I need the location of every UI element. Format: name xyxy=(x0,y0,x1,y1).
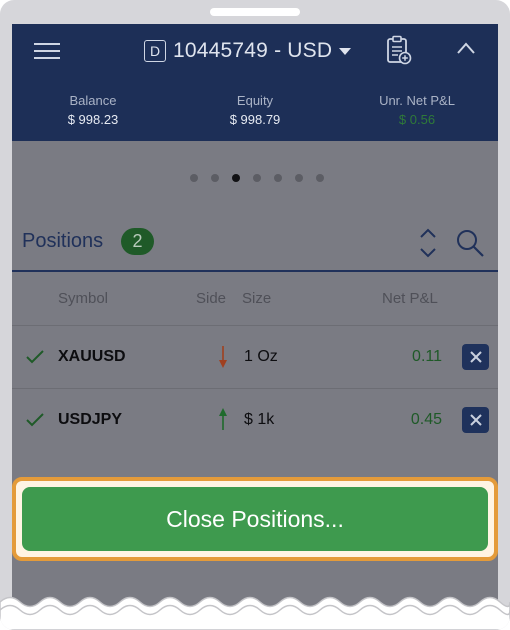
chevron-up-icon[interactable] xyxy=(456,40,476,56)
page-dot[interactable] xyxy=(316,174,324,182)
demo-badge: D xyxy=(144,40,166,62)
page-dot-active[interactable] xyxy=(232,174,240,182)
position-net-pnl: 0.11 xyxy=(412,348,442,365)
stat-equity: Equity $ 998.79 xyxy=(174,93,336,127)
close-positions-highlight: Close Positions... xyxy=(12,477,498,561)
checkmark-icon[interactable] xyxy=(26,350,44,364)
stat-value: $ 998.79 xyxy=(229,112,281,127)
page-dot[interactable] xyxy=(190,174,198,182)
close-icon xyxy=(469,414,482,426)
page-dot[interactable] xyxy=(274,174,282,182)
torn-edge-decoration xyxy=(0,596,510,630)
account-selector[interactable]: D 10445749 - USD xyxy=(144,38,352,64)
account-stats: Balance $ 998.23 Equity $ 998.79 Unr. Ne… xyxy=(12,93,498,127)
close-position-button[interactable] xyxy=(462,407,489,433)
close-position-button[interactable] xyxy=(462,344,489,370)
position-size: $ 1k xyxy=(244,411,275,428)
sell-arrow-icon xyxy=(219,346,227,368)
device-notch xyxy=(210,8,300,16)
column-header-symbol[interactable]: Symbol xyxy=(58,290,108,307)
page-dot[interactable] xyxy=(211,174,219,182)
checkmark-icon[interactable] xyxy=(26,413,44,427)
clipboard-add-icon[interactable] xyxy=(386,35,412,65)
page-dot[interactable] xyxy=(253,174,261,182)
buy-arrow-icon xyxy=(219,408,227,430)
close-icon xyxy=(469,351,482,363)
stat-value: $ 998.23 xyxy=(67,112,119,127)
table-row[interactable]: USDJPY $ 1k 0.45 xyxy=(12,389,498,451)
page-indicator xyxy=(190,174,337,182)
app-screen: D 10445749 - USD Balance $ 998.23 Equity… xyxy=(12,24,498,630)
position-size: 1 Oz xyxy=(244,348,278,365)
device-frame: D 10445749 - USD Balance $ 998.23 Equity… xyxy=(0,0,510,630)
page-dot[interactable] xyxy=(295,174,303,182)
stat-value: $ 0.56 xyxy=(398,112,436,127)
stat-unrealized-pnl: Unr. Net P&L $ 0.56 xyxy=(336,93,498,127)
stat-balance: Balance $ 998.23 xyxy=(12,93,174,127)
stat-label: Balance xyxy=(69,93,117,108)
positions-count-badge: 2 xyxy=(121,228,154,255)
positions-title: Positions xyxy=(22,230,104,252)
section-divider xyxy=(12,270,498,272)
hamburger-menu-icon[interactable] xyxy=(34,41,60,61)
search-icon[interactable] xyxy=(455,228,485,258)
position-symbol: USDJPY xyxy=(58,411,123,428)
position-symbol: XAUUSD xyxy=(58,348,126,365)
column-header-size[interactable]: Size xyxy=(242,290,271,307)
close-positions-button[interactable]: Close Positions... xyxy=(22,487,488,551)
stat-label: Equity xyxy=(236,93,274,108)
sort-icon[interactable] xyxy=(418,226,438,260)
position-net-pnl: 0.45 xyxy=(410,411,442,428)
account-header: D 10445749 - USD Balance $ 998.23 Equity… xyxy=(12,24,498,141)
caret-down-icon xyxy=(339,47,352,55)
column-header-side[interactable]: Side xyxy=(196,290,226,307)
account-label: 10445749 - USD xyxy=(173,39,333,62)
column-header-net-pnl[interactable]: Net P&L xyxy=(382,290,438,307)
stat-label: Unr. Net P&L xyxy=(379,93,455,108)
table-row[interactable]: XAUUSD 1 Oz 0.11 xyxy=(12,326,498,388)
